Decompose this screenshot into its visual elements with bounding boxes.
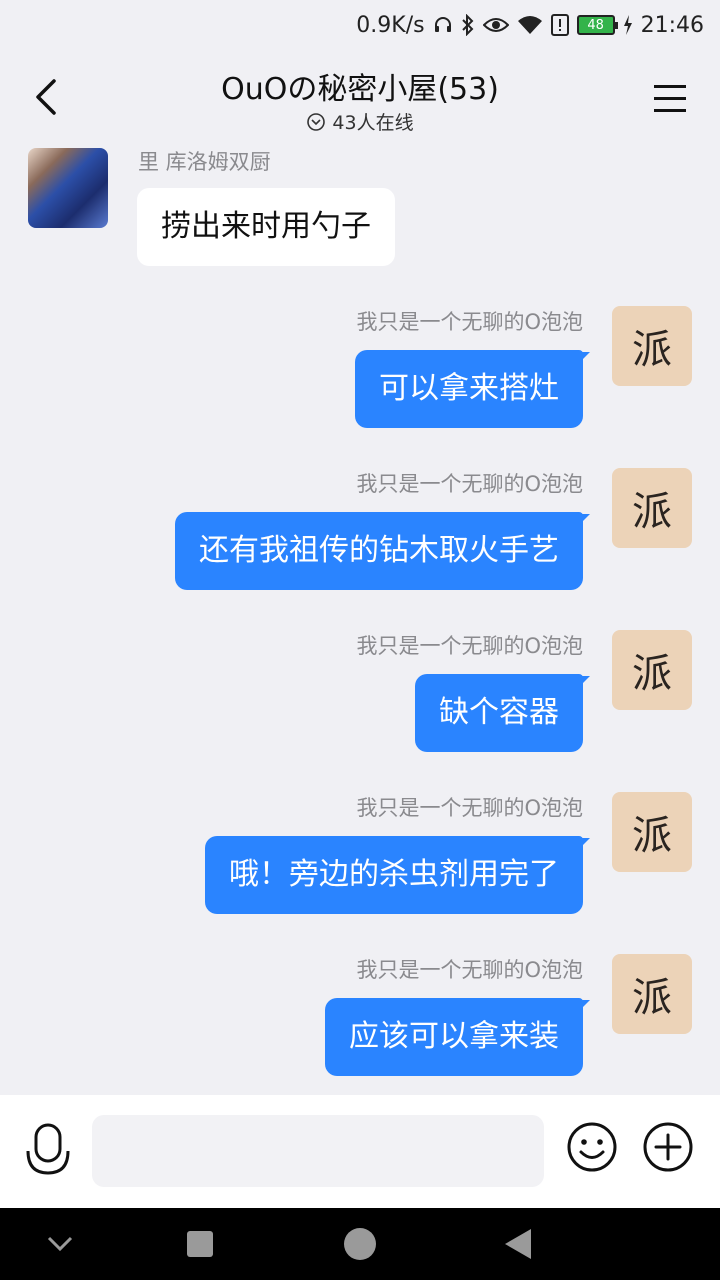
smiley-icon bbox=[567, 1122, 617, 1172]
chevron-down-icon bbox=[47, 1236, 73, 1252]
menu-button[interactable] bbox=[650, 78, 690, 118]
message-bubble[interactable]: 还有我祖传的钻木取火手艺 bbox=[175, 512, 590, 590]
sender-name: 我只是一个无聊的O泡泡 bbox=[356, 958, 583, 982]
sender-name: 我只是一个无聊的O泡泡 bbox=[356, 634, 583, 658]
sender-name: 我只是一个无聊的O泡泡 bbox=[356, 310, 583, 334]
battery-icon: 48 bbox=[576, 15, 618, 35]
avatar[interactable]: 派 bbox=[612, 468, 692, 548]
headset-icon bbox=[433, 15, 453, 35]
message-item: 我只是一个无聊的O泡泡 还有我祖传的钻木取火手艺 派 bbox=[0, 466, 720, 596]
charging-icon bbox=[623, 15, 633, 35]
eye-icon bbox=[482, 16, 509, 34]
plus-icon bbox=[643, 1122, 693, 1172]
system-nav-bar bbox=[0, 1208, 720, 1280]
battery-level: 48 bbox=[587, 17, 604, 33]
online-count[interactable]: 43人在线 bbox=[0, 108, 720, 135]
triangle-back-icon bbox=[505, 1229, 531, 1259]
message-bubble[interactable]: 捞出来时用勺子 bbox=[137, 188, 395, 266]
more-button[interactable] bbox=[642, 1121, 694, 1173]
avatar[interactable]: 派 bbox=[612, 630, 692, 710]
avatar[interactable]: 派 bbox=[612, 792, 692, 872]
message-item: 里 库洛姆双厨 捞出来时用勺子 bbox=[0, 142, 720, 272]
alert-icon bbox=[550, 14, 569, 36]
message-input[interactable] bbox=[92, 1115, 544, 1187]
sender-name: 里 库洛姆双厨 bbox=[138, 150, 271, 174]
avatar[interactable]: 派 bbox=[612, 306, 692, 386]
menu-icon bbox=[654, 85, 686, 112]
nav-collapse-button[interactable] bbox=[42, 1226, 78, 1262]
circle-icon bbox=[344, 1228, 376, 1260]
sender-name: 我只是一个无聊的O泡泡 bbox=[356, 796, 583, 820]
sender-name: 我只是一个无聊的O泡泡 bbox=[356, 472, 583, 496]
nav-recents-button[interactable] bbox=[182, 1226, 218, 1262]
status-bar: 0.9K/s 48 21:46 bbox=[0, 0, 720, 50]
clock: 21:46 bbox=[640, 12, 704, 38]
bluetooth-icon bbox=[461, 14, 475, 36]
message-bubble[interactable]: 哦！旁边的杀虫剂用完了 bbox=[205, 836, 590, 914]
microphone-icon bbox=[26, 1123, 70, 1175]
emoji-button[interactable] bbox=[566, 1121, 618, 1173]
chat-list[interactable]: 里 库洛姆双厨 捞出来时用勺子 我只是一个无聊的O泡泡 可以拿来搭灶 派 我只是… bbox=[0, 142, 720, 1095]
message-bubble[interactable]: 可以拿来搭灶 bbox=[355, 350, 590, 428]
chevron-down-circle-icon bbox=[307, 112, 326, 131]
online-count-label: 43人在线 bbox=[332, 112, 414, 134]
message-bubble[interactable]: 应该可以拿来装 bbox=[325, 998, 590, 1076]
message-item: 我只是一个无聊的O泡泡 应该可以拿来装 派 bbox=[0, 952, 720, 1082]
message-item: 我只是一个无聊的O泡泡 缺个容器 派 bbox=[0, 628, 720, 758]
group-title[interactable]: OuOの秘密小屋(53) bbox=[0, 64, 720, 108]
message-item: 我只是一个无聊的O泡泡 可以拿来搭灶 派 bbox=[0, 304, 720, 434]
chat-header: OuOの秘密小屋(53) 43人在线 bbox=[0, 50, 720, 142]
net-speed: 0.9K/s bbox=[356, 12, 425, 38]
message-bubble[interactable]: 缺个容器 bbox=[415, 674, 590, 752]
avatar[interactable]: 派 bbox=[612, 954, 692, 1034]
voice-button[interactable] bbox=[24, 1121, 72, 1181]
input-bar bbox=[0, 1095, 720, 1208]
avatar[interactable] bbox=[28, 148, 108, 228]
nav-home-button[interactable] bbox=[342, 1226, 378, 1262]
square-icon bbox=[187, 1231, 213, 1257]
nav-back-button[interactable] bbox=[500, 1226, 536, 1262]
wifi-icon bbox=[517, 15, 543, 35]
message-item: 我只是一个无聊的O泡泡 哦！旁边的杀虫剂用完了 派 bbox=[0, 790, 720, 920]
